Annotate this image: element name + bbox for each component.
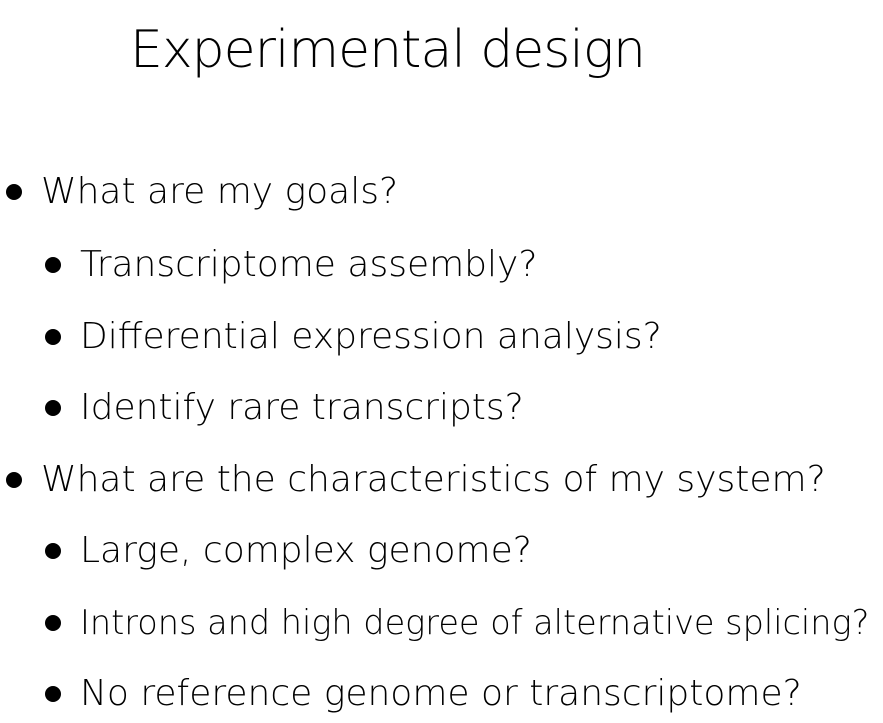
bullet-text: What are the characteristics of my syste… (41, 459, 826, 500)
bullet-dot-icon (45, 543, 61, 559)
sub-bullet-item: No reference genome or transcriptome? (45, 672, 802, 716)
bullet-text: Large, complex genome? (80, 530, 532, 571)
sub-bullet-item: Transcriptome assembly? (45, 243, 537, 287)
slide-title: Experimental design (130, 20, 646, 80)
bullet-dot-icon (45, 615, 61, 631)
sub-bullet-item: Introns and high degree of alternative s… (45, 601, 869, 645)
sub-bullet-item: Differential expression analysis? (45, 315, 662, 359)
bullet-dot-icon (45, 686, 61, 702)
bullet-dot-icon (45, 257, 61, 273)
bullet-dot-icon (6, 472, 22, 488)
bullet-text: Transcriptome assembly? (80, 244, 538, 285)
bullet-text: Introns and high degree of alternative s… (80, 603, 870, 642)
bullet-dot-icon (6, 184, 22, 200)
sub-bullet-item: Identify rare transcripts? (45, 386, 524, 430)
bullet-text: Identify rare transcripts? (80, 387, 524, 428)
bullet-dot-icon (45, 329, 61, 345)
bullet-text: What are my goals? (41, 171, 399, 212)
bullet-item: What are my goals? (6, 170, 398, 214)
bullet-text: No reference genome or transcriptome? (80, 673, 802, 714)
sub-bullet-item: Large, complex genome? (45, 529, 532, 573)
bullet-text: Differential expression analysis? (80, 316, 662, 357)
bullet-item: What are the characteristics of my syste… (6, 458, 826, 502)
bullet-dot-icon (45, 400, 61, 416)
slide: Experimental design What are my goals? T… (0, 0, 883, 723)
